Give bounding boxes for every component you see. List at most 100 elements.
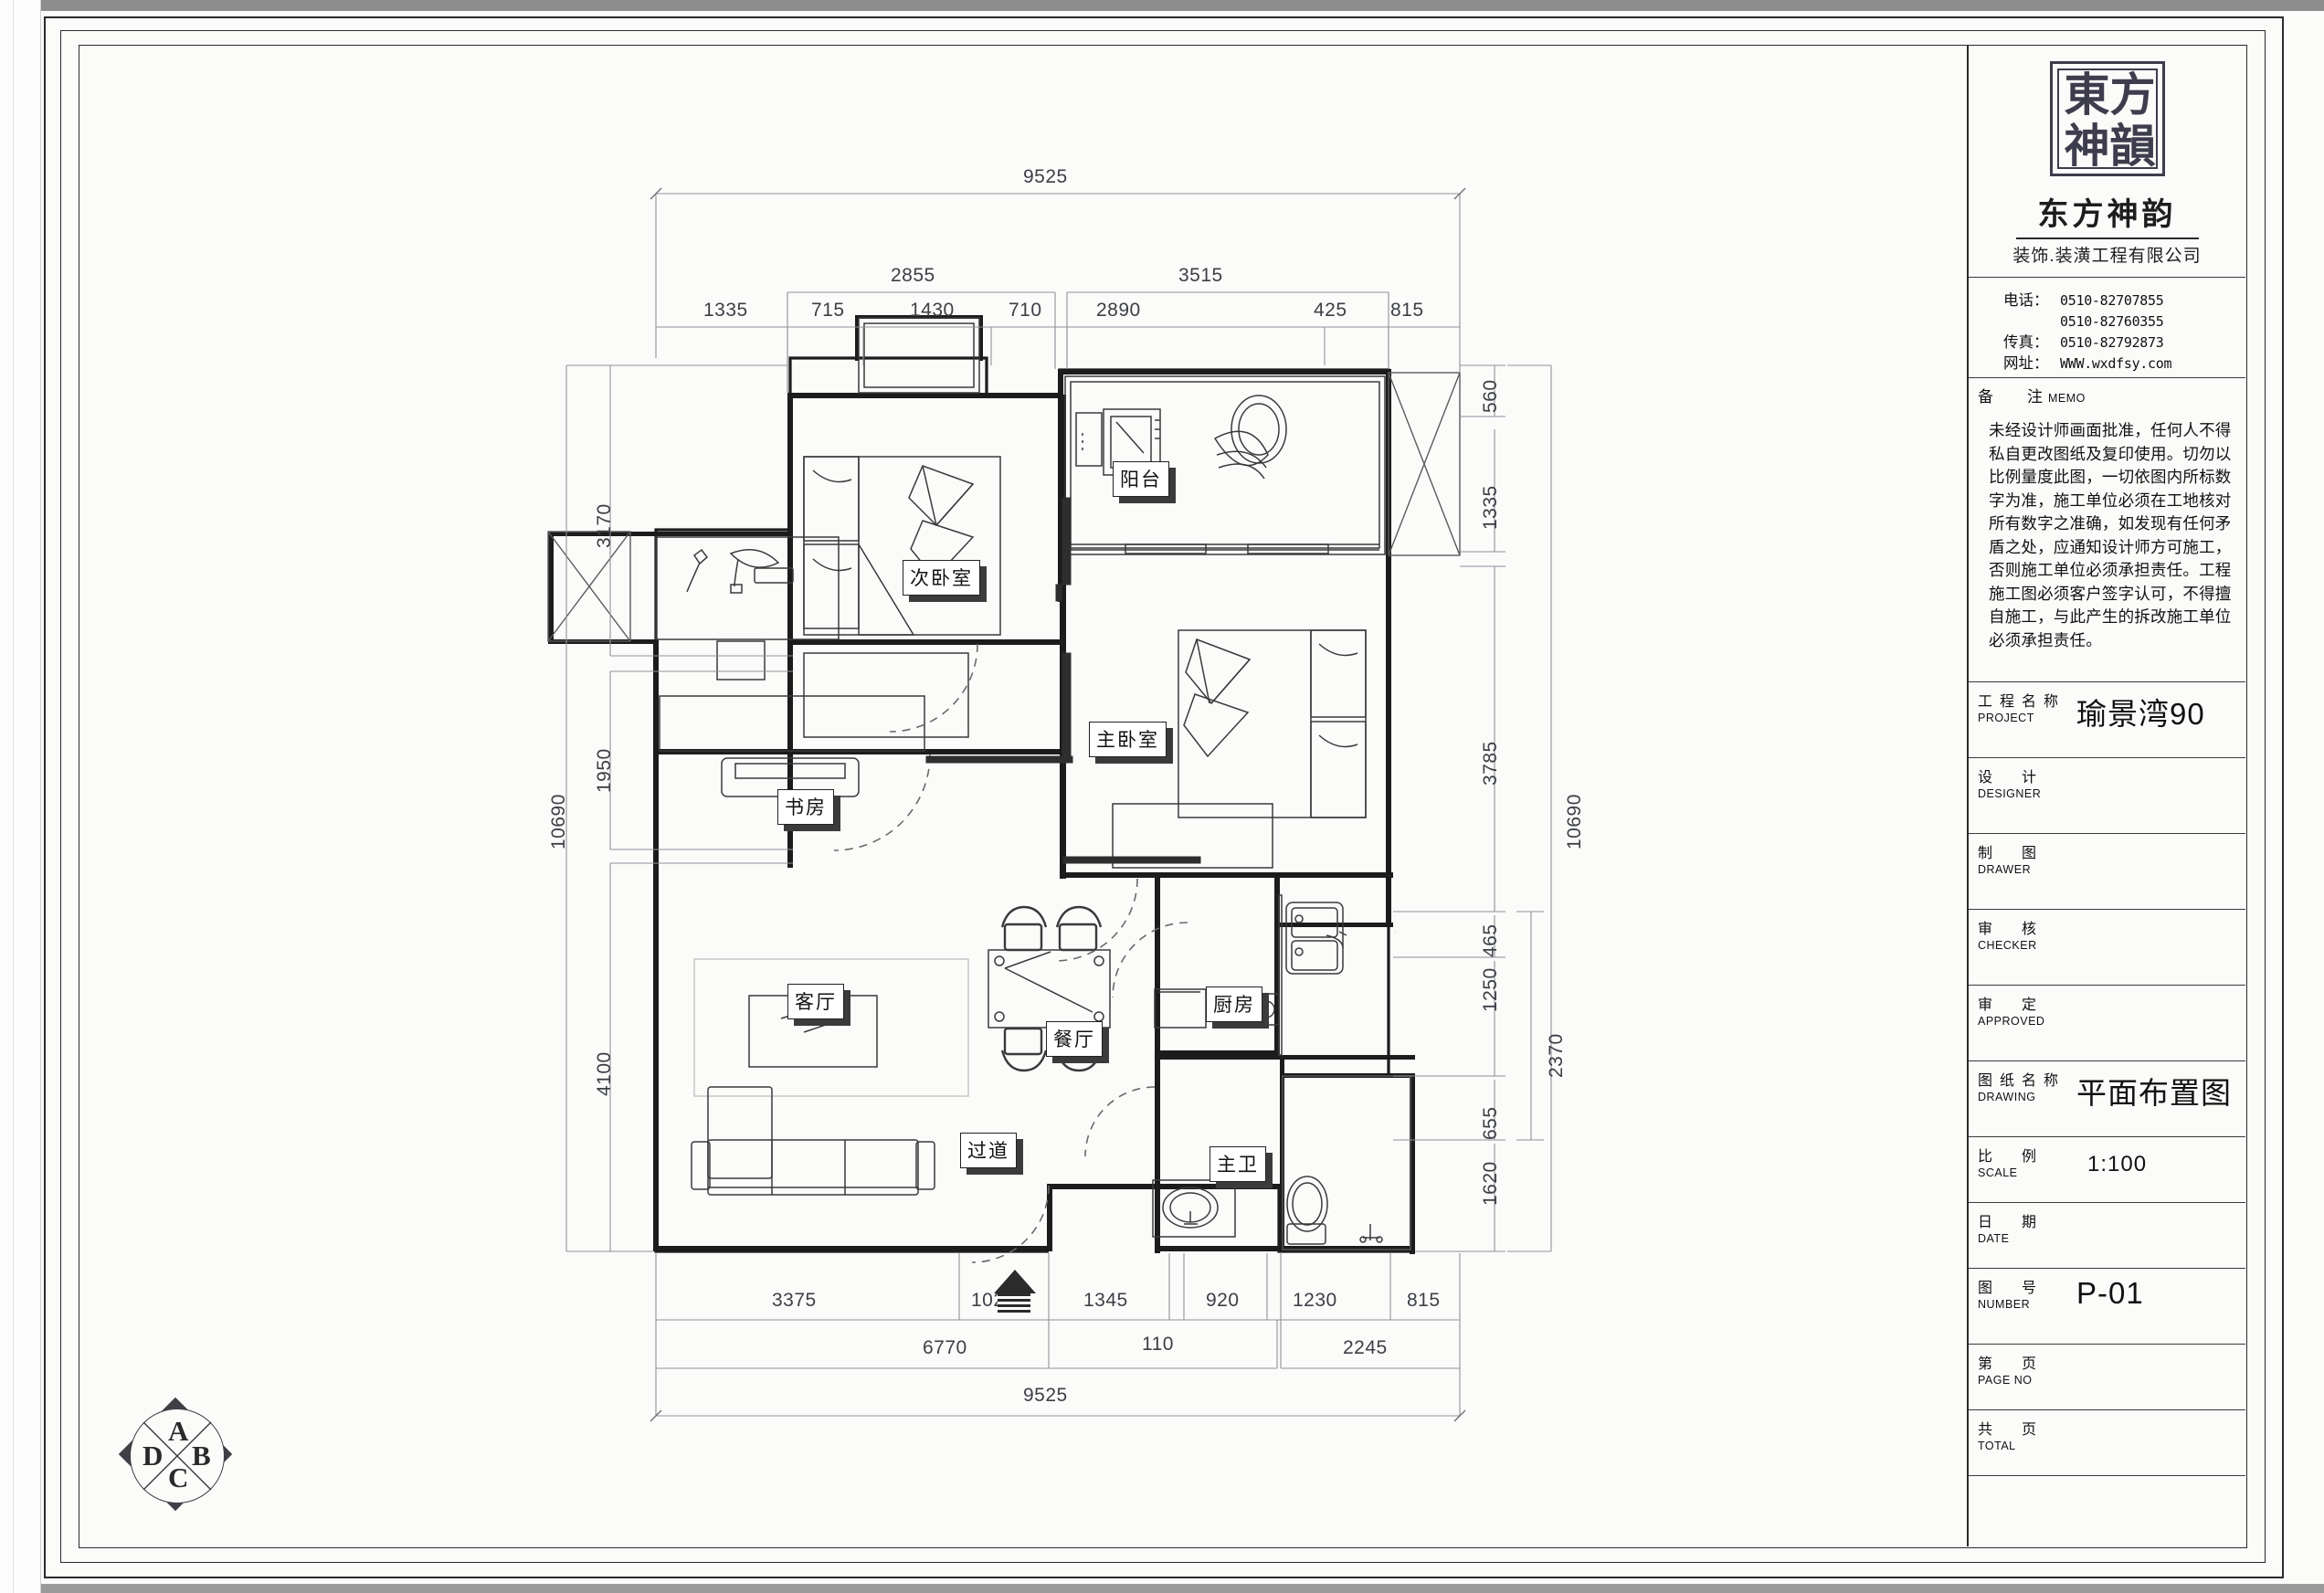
memo-block: 备 注 MEMO 未经设计师画面批准，任何人不得私自更改图纸及复印使用。切勿以比… bbox=[1969, 378, 2245, 682]
dimension-value: 4100 bbox=[594, 1051, 615, 1096]
memo-heading: 备 注 MEMO bbox=[1969, 378, 2245, 406]
title-field-page-no: 第 页 PAGE NO bbox=[1969, 1345, 2245, 1410]
field-label-en: DRAWER bbox=[1978, 863, 2032, 876]
dimension-value: 10690 bbox=[548, 794, 569, 849]
field-label-cn: 第 页 bbox=[1978, 1356, 2044, 1372]
dimension-value: 9525 bbox=[1023, 166, 1068, 187]
contact-fax: 传真： 0510-82792873 bbox=[1969, 332, 2245, 353]
field-label: 审 定 APPROVED bbox=[1978, 992, 2044, 1028]
field-label: 图纸名称 DRAWING bbox=[1978, 1068, 2065, 1103]
company-subtitle: 装饰.装潢工程有限公司 bbox=[2012, 247, 2202, 266]
field-label-cn: 审 核 bbox=[1978, 922, 2044, 937]
dimension-value: 2890 bbox=[1096, 300, 1141, 321]
dimension-value: 465 bbox=[1480, 923, 1501, 957]
field-label-cn: 审 定 bbox=[1978, 997, 2044, 1013]
title-field-checker: 审 核 CHECKER bbox=[1969, 910, 2245, 986]
dimension-value: 3515 bbox=[1178, 265, 1223, 286]
dimension-value: 10690 bbox=[1564, 794, 1585, 849]
dimension-value: 1250 bbox=[1480, 967, 1501, 1012]
title-field-scale: 比 例 SCALE 1:100 bbox=[1969, 1137, 2245, 1203]
field-label-en: PROJECT bbox=[1978, 712, 2034, 724]
field-label: 工程名称 PROJECT bbox=[1978, 689, 2065, 724]
field-label: 审 核 CHECKER bbox=[1978, 916, 2044, 952]
field-value[interactable]: 瑜景湾90 bbox=[2076, 690, 2205, 733]
dimension-value: 3375 bbox=[772, 1290, 817, 1311]
dimension-value: 1620 bbox=[1480, 1161, 1501, 1206]
dimension-value: 3170 bbox=[594, 503, 615, 548]
field-label-cn: 共 页 bbox=[1978, 1422, 2044, 1438]
memo-label-cn: 备 注 bbox=[1978, 388, 2052, 406]
title-field-date: 日 期 DATE bbox=[1969, 1203, 2245, 1269]
field-label: 设 计 DESIGNER bbox=[1978, 765, 2044, 800]
field-label-cn: 图 号 bbox=[1978, 1281, 2044, 1296]
title-field-approved: 审 定 APPROVED bbox=[1969, 986, 2245, 1061]
dimension-value: 815 bbox=[1390, 300, 1424, 321]
dimension-value: 715 bbox=[811, 300, 845, 321]
web-value: WWW.wxdfsy.com bbox=[2060, 355, 2172, 372]
dimension-value: 110 bbox=[1142, 1334, 1174, 1355]
dimension-value: 1230 bbox=[1293, 1290, 1337, 1311]
field-label: 比 例 SCALE bbox=[1978, 1144, 2044, 1179]
company-name: 东方神韵 bbox=[2037, 197, 2177, 232]
brand-divider bbox=[2015, 237, 2199, 239]
field-label-cn: 图纸名称 bbox=[1978, 1073, 2066, 1089]
tel-value-1: 0510-82707855 bbox=[2060, 292, 2164, 309]
field-label-en: DATE bbox=[1978, 1232, 2010, 1245]
field-value[interactable]: P-01 bbox=[2076, 1276, 2144, 1311]
contact-web: 网址： WWW.wxdfsy.com bbox=[1969, 353, 2245, 375]
field-label-cn: 工程名称 bbox=[1978, 694, 2066, 710]
field-label: 制 图 DRAWER bbox=[1978, 840, 2044, 876]
tel-label: 电话： bbox=[2003, 292, 2049, 309]
seal-glyphs: 東方神韻 bbox=[2064, 68, 2156, 173]
entry-arrow-icon bbox=[994, 1270, 1036, 1293]
dimension-value: 9525 bbox=[1023, 1385, 1068, 1406]
field-label: 共 页 TOTAL bbox=[1978, 1417, 2044, 1452]
dimension-value: 1345 bbox=[1083, 1290, 1128, 1311]
fax-label: 传真： bbox=[2003, 334, 2049, 351]
title-block: 東方神韻 东方神韵 装饰.装潢工程有限公司 电话： 0510-82707855 … bbox=[1967, 45, 2245, 1546]
web-label: 网址： bbox=[2003, 355, 2049, 372]
field-label-cn: 制 图 bbox=[1978, 846, 2044, 861]
field-label: 日 期 DATE bbox=[1978, 1209, 2044, 1245]
dimension-value: 560 bbox=[1480, 379, 1501, 413]
field-label-en: DESIGNER bbox=[1978, 787, 2042, 800]
dimension-value: 2855 bbox=[891, 265, 935, 286]
field-label-cn: 设 计 bbox=[1978, 770, 2044, 786]
tel-label-blank bbox=[2003, 311, 2060, 332]
field-label-en: SCALE bbox=[1978, 1166, 2018, 1179]
dimension-value: 425 bbox=[1314, 300, 1347, 321]
dimension-value: 815 bbox=[1407, 1290, 1441, 1311]
memo-label-en: MEMO bbox=[2048, 392, 2086, 405]
field-label-en: PAGE NO bbox=[1978, 1374, 2033, 1387]
title-field-rows: 工程名称 PROJECT 瑜景湾90 设 计 DESIGNER 制 图 DRAWER 审 核 C… bbox=[1969, 682, 2245, 1476]
company-seal-icon: 東方神韻 bbox=[2049, 61, 2165, 176]
tel-value-2: 0510-82760355 bbox=[2060, 313, 2164, 330]
field-label: 第 页 PAGE NO bbox=[1978, 1351, 2044, 1387]
field-label-en: DRAWING bbox=[1978, 1091, 2036, 1103]
dimension-value: 2370 bbox=[1546, 1033, 1567, 1078]
title-field-number: 图 号 NUMBER P-01 bbox=[1969, 1269, 2245, 1345]
dimension-value: 655 bbox=[1480, 1106, 1501, 1140]
contact-tel: 电话： 0510-82707855 bbox=[1969, 290, 2245, 311]
field-label-cn: 日 期 bbox=[1978, 1215, 2044, 1230]
fax-value: 0510-82792873 bbox=[2060, 334, 2164, 351]
title-field-designer: 设 计 DESIGNER bbox=[1969, 758, 2245, 834]
title-field-total: 共 页 TOTAL bbox=[1969, 1410, 2245, 1476]
field-value[interactable]: 平面布置图 bbox=[2076, 1069, 2232, 1113]
field-label-en: TOTAL bbox=[1978, 1440, 2016, 1452]
memo-text: 未经设计师画面批准，任何人不得私自更改图纸及复印使用。切勿以比例量度此图，一切依… bbox=[1989, 421, 2232, 649]
dimension-value: 1335 bbox=[1480, 485, 1501, 530]
dimension-value: 6770 bbox=[923, 1337, 967, 1358]
title-field-project: 工程名称 PROJECT 瑜景湾90 bbox=[1969, 682, 2245, 758]
dimension-value: 920 bbox=[1206, 1290, 1240, 1311]
dimension-value: 710 bbox=[1009, 300, 1042, 321]
title-field-drawing: 图纸名称 DRAWING 平面布置图 bbox=[1969, 1061, 2245, 1137]
contact-tel-2: 0510-82760355 bbox=[1969, 311, 2245, 332]
field-value[interactable]: 1:100 bbox=[2087, 1152, 2147, 1177]
company-logo-block: 東方神韻 东方神韵 装饰.装潢工程有限公司 bbox=[1969, 45, 2245, 278]
floor-plan: 阳台 次卧室 主卧室 书房 客厅 餐厅 厨房 过道 主卫 9525 2855 3… bbox=[0, 0, 1967, 1593]
dimension-value: 1335 bbox=[703, 300, 748, 321]
field-label-en: CHECKER bbox=[1978, 939, 2037, 952]
dimension-value: 1430 bbox=[910, 300, 955, 321]
field-label: 图 号 NUMBER bbox=[1978, 1275, 2044, 1311]
